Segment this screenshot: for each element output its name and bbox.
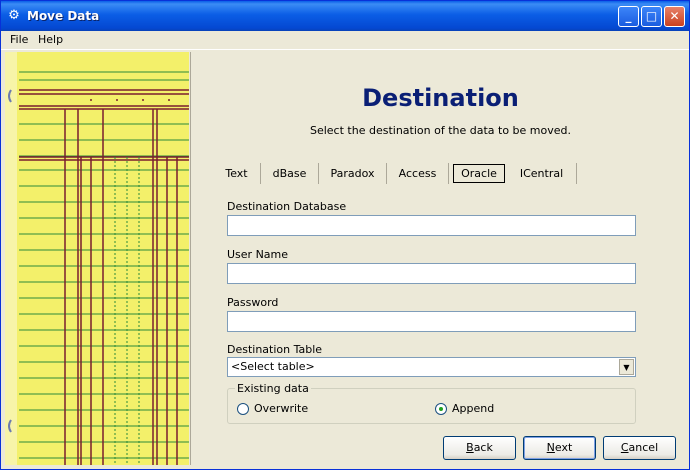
menu-help[interactable]: Help <box>38 33 63 46</box>
tab-oracle[interactable]: Oracle <box>453 164 505 183</box>
overwrite-radio[interactable] <box>237 403 249 415</box>
next-button[interactable]: Next <box>523 436 596 460</box>
ledger-graphic <box>5 52 189 465</box>
append-label[interactable]: Append <box>452 402 494 415</box>
ledger-illustration <box>5 52 189 465</box>
minimize-button[interactable]: _ <box>618 6 639 27</box>
next-mnemonic: N <box>546 441 555 454</box>
tab-paradox[interactable]: Paradox <box>319 163 387 184</box>
maximize-button[interactable]: □ <box>641 6 662 27</box>
move-data-window: ⚙ Move Data _ □ ✕ File Help Destination … <box>0 0 690 470</box>
user-name-input[interactable] <box>227 263 636 284</box>
close-button[interactable]: ✕ <box>664 6 685 27</box>
password-label: Password <box>227 296 279 309</box>
back-mnemonic: B <box>466 441 474 454</box>
back-label: ack <box>473 441 493 454</box>
gear-icon: ⚙ <box>8 8 20 23</box>
chevron-down-icon[interactable]: ▼ <box>619 359 634 375</box>
destination-table-label: Destination Table <box>227 343 323 356</box>
user-name-label: User Name <box>227 248 289 261</box>
next-label: ext <box>554 441 573 454</box>
title-bar[interactable]: ⚙ Move Data _ □ ✕ <box>1 1 689 31</box>
back-button[interactable]: Back <box>443 436 516 460</box>
page-subtitle: Select the destination of the data to be… <box>309 124 572 137</box>
existing-data-group: Existing data Overwrite Append <box>227 382 636 424</box>
menu-bar: File Help <box>1 31 689 50</box>
window-title: Move Data <box>27 9 100 23</box>
tab-text[interactable]: Text <box>213 163 261 184</box>
destination-page: Destination Select the destination of th… <box>190 52 689 465</box>
cancel-button[interactable]: Cancel <box>603 436 676 460</box>
destination-database-label: Destination Database <box>227 200 347 213</box>
page-title: Destination <box>362 84 519 112</box>
append-radio[interactable] <box>435 403 447 415</box>
destination-table-select[interactable]: <Select table> ▼ <box>227 357 636 377</box>
tab-access[interactable]: Access <box>387 163 449 184</box>
tab-icentral[interactable]: ICentral <box>507 163 577 184</box>
existing-data-legend: Existing data <box>235 382 311 395</box>
cancel-label: ancel <box>628 441 659 454</box>
menu-file[interactable]: File <box>10 33 28 46</box>
destination-database-input[interactable] <box>227 215 636 236</box>
cancel-mnemonic: C <box>620 441 629 454</box>
password-input[interactable] <box>227 311 636 332</box>
destination-table-value: <Select table> <box>231 360 315 373</box>
tab-dbase[interactable]: dBase <box>261 163 319 184</box>
overwrite-label[interactable]: Overwrite <box>254 402 308 415</box>
